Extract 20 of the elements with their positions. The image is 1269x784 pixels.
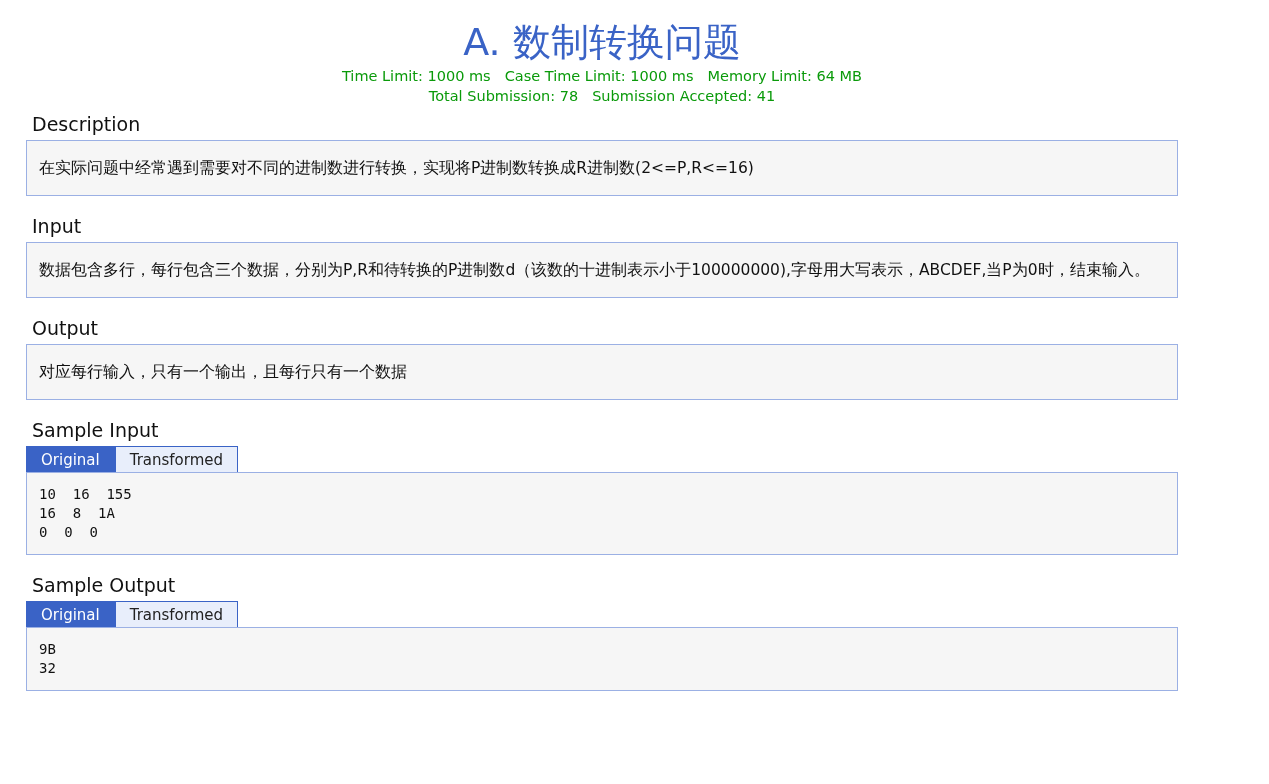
section-text: 对应每行输入，只有一个输出，且每行只有一个数据 — [26, 344, 1178, 400]
submission-info: Submission Accepted: 41 — [592, 87, 776, 106]
sample-tab[interactable]: Original — [26, 446, 115, 472]
section-heading: Input — [32, 214, 83, 238]
section-heading: Output — [32, 316, 99, 340]
limit-info: Memory Limit: 64 MB — [707, 67, 863, 86]
limit-info: Case Time Limit: 1000 ms — [504, 67, 694, 86]
sample-tab[interactable]: Original — [26, 601, 115, 627]
section-heading: Sample Input — [32, 418, 160, 442]
sample-tab[interactable]: Transformed — [114, 601, 239, 627]
section-heading: Description — [32, 112, 142, 136]
limit-info: Time Limit: 1000 ms — [341, 67, 491, 86]
sample-code: 10 16 155 16 8 1A 0 0 0 — [26, 472, 1178, 555]
submission-info: Total Submission: 78 — [428, 87, 579, 106]
section-text: 在实际问题中经常遇到需要对不同的进制数进行转换，实现将P进制数转换成R进制数(2<=P,R<=16) — [26, 140, 1178, 196]
section-text: 数据包含多行，每行包含三个数据，分别为P,R和待转换的P进制数d（该数的十进制表示小于100000000),字母用大写表示，ABCDEF,当P为0时，结束输入。 — [26, 242, 1178, 298]
section-heading: Sample Output — [32, 573, 177, 597]
sample-tab[interactable]: Transformed — [114, 446, 239, 472]
problem-title: A. 数制转换问题 — [462, 19, 742, 66]
sample-code: 9B 32 — [26, 627, 1178, 691]
